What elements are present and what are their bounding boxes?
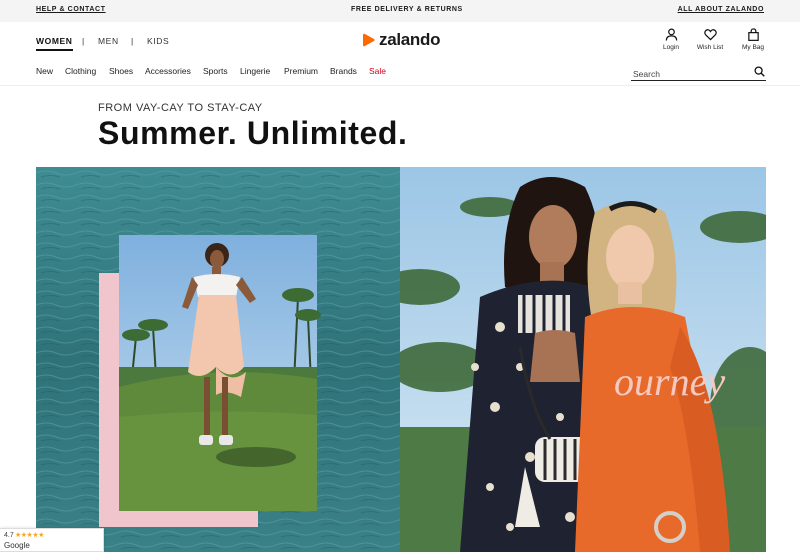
user-icon — [665, 28, 677, 41]
hero-eyebrow: FROM VAY-CAY TO STAY-CAY — [98, 102, 263, 114]
hero-image-left[interactable] — [36, 167, 400, 552]
category-premium[interactable]: Premium — [284, 66, 318, 76]
rating-provider: Google — [4, 541, 30, 550]
login-label: Login — [663, 44, 679, 51]
search-icon[interactable] — [754, 66, 765, 77]
free-delivery-text: FREE DELIVERY & RETURNS — [351, 6, 463, 13]
heart-icon — [703, 29, 717, 41]
hero-image-right[interactable]: ourney — [400, 167, 766, 552]
login-button[interactable]: Login — [651, 28, 691, 51]
main-header: WOMEN | MEN | KIDS zalando Login Wish Li… — [0, 22, 800, 60]
wishlist-label: Wish List — [696, 44, 724, 51]
sweatshirt-print-text: ourney — [614, 359, 725, 404]
category-new[interactable]: New — [36, 66, 53, 76]
category-shoes[interactable]: Shoes — [109, 66, 133, 76]
bag-label: My Bag — [741, 44, 765, 51]
rating-score: 4.7 — [4, 532, 14, 539]
search-box — [631, 64, 766, 82]
nav-kids[interactable]: KIDS — [147, 36, 169, 46]
about-zalando-link[interactable]: ALL ABOUT ZALANDO — [678, 6, 764, 13]
rating-stars-icon: ★★★★★ — [15, 532, 44, 539]
nav-separator: | — [82, 36, 85, 46]
category-sale[interactable]: Sale — [369, 66, 386, 76]
category-clothing[interactable]: Clothing — [65, 66, 96, 76]
category-accessories[interactable]: Accessories — [145, 66, 191, 76]
zalando-logo[interactable]: zalando — [362, 30, 440, 50]
nav-separator: | — [131, 36, 134, 46]
two-models-image: ourney — [400, 167, 766, 552]
bag-button[interactable]: My Bag — [733, 28, 773, 51]
brand-name: zalando — [379, 30, 441, 49]
help-contact-link[interactable]: HELP & CONTACT — [36, 6, 106, 13]
bag-icon — [747, 28, 759, 41]
category-lingerie[interactable]: Lingerie — [240, 66, 270, 76]
utility-bar: HELP & CONTACT FREE DELIVERY & RETURNS A… — [0, 0, 800, 22]
google-rating-badge[interactable]: 4.7 ★★★★★ Google — [0, 528, 104, 552]
hero-headline: Summer. Unlimited. — [98, 115, 408, 151]
category-sports[interactable]: Sports — [203, 66, 228, 76]
nav-women[interactable]: WOMEN — [36, 36, 73, 51]
category-brands[interactable]: Brands — [330, 66, 357, 76]
zalando-logo-icon — [363, 33, 375, 47]
search-input[interactable] — [631, 66, 746, 82]
wishlist-button[interactable]: Wish List — [690, 28, 730, 51]
category-nav: New Clothing Shoes Accessories Sports Li… — [0, 60, 800, 86]
ocean-collage-image — [36, 167, 400, 552]
nav-men[interactable]: MEN — [98, 36, 119, 46]
